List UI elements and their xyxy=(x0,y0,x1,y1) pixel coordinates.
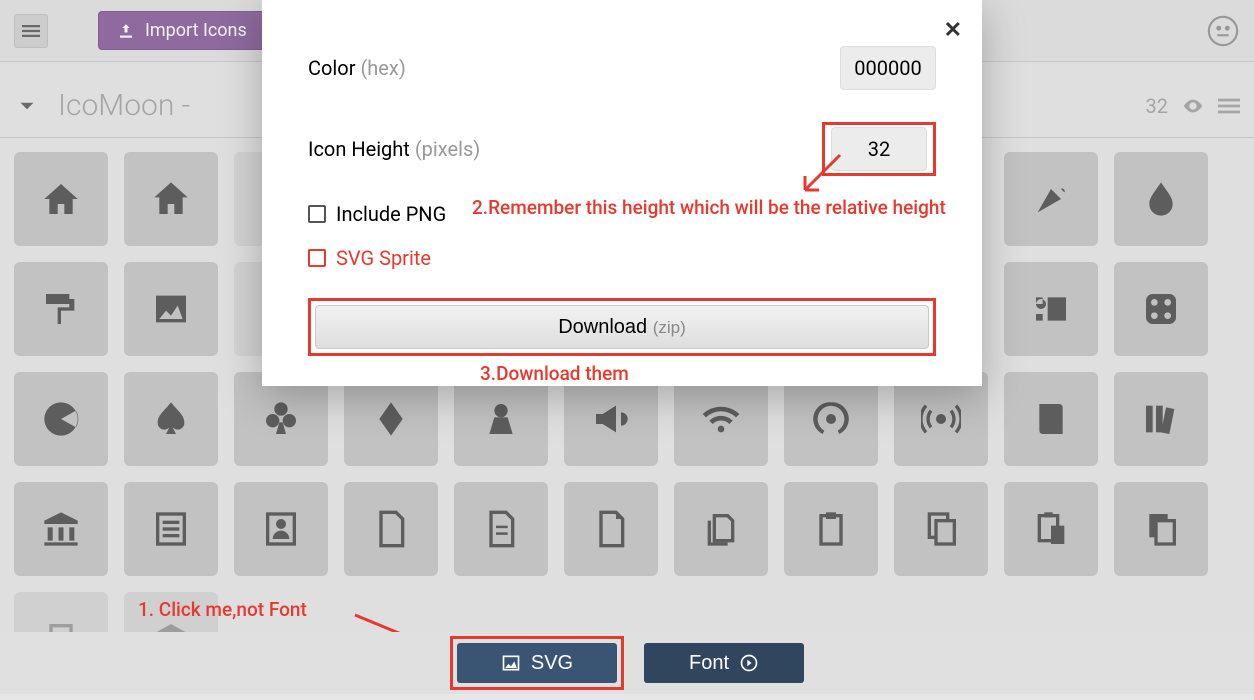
generate-font-button[interactable]: Font xyxy=(644,643,804,683)
color-input[interactable] xyxy=(840,46,936,90)
icon-height-input[interactable] xyxy=(831,127,927,171)
svg-sprite-row[interactable]: SVG Sprite xyxy=(308,236,936,280)
svg-sprite-label: SVG Sprite xyxy=(336,246,431,270)
color-row: Color (hex) xyxy=(308,30,936,106)
generate-svg-button[interactable]: SVG xyxy=(457,643,617,683)
image-icon xyxy=(501,653,521,673)
color-label: Color (hex) xyxy=(308,56,406,80)
icon-height-label: Icon Height (pixels) xyxy=(308,137,480,161)
annotation-step3: 3.Download them xyxy=(480,362,629,385)
svg-sprite-checkbox[interactable] xyxy=(308,249,326,267)
annotation-step1: 1. Click me,not Font xyxy=(138,598,307,621)
annotation-step2: 2.Remember this height which will be the… xyxy=(472,196,946,219)
download-settings-modal: ✕ Color (hex) Icon Height (pixels) Inclu… xyxy=(262,0,982,386)
close-button[interactable]: ✕ xyxy=(944,18,962,43)
download-highlight: Download (zip) xyxy=(308,298,936,356)
annotation-arrow2 xyxy=(795,150,845,204)
download-button[interactable]: Download (zip) xyxy=(315,305,929,349)
circle-arrow-right-icon xyxy=(739,653,759,673)
include-png-checkbox[interactable] xyxy=(308,205,326,223)
include-png-label: Include PNG xyxy=(336,202,446,226)
svg-button-highlight: SVG xyxy=(450,636,624,690)
bottom-bar: SVG Font xyxy=(0,632,1254,694)
